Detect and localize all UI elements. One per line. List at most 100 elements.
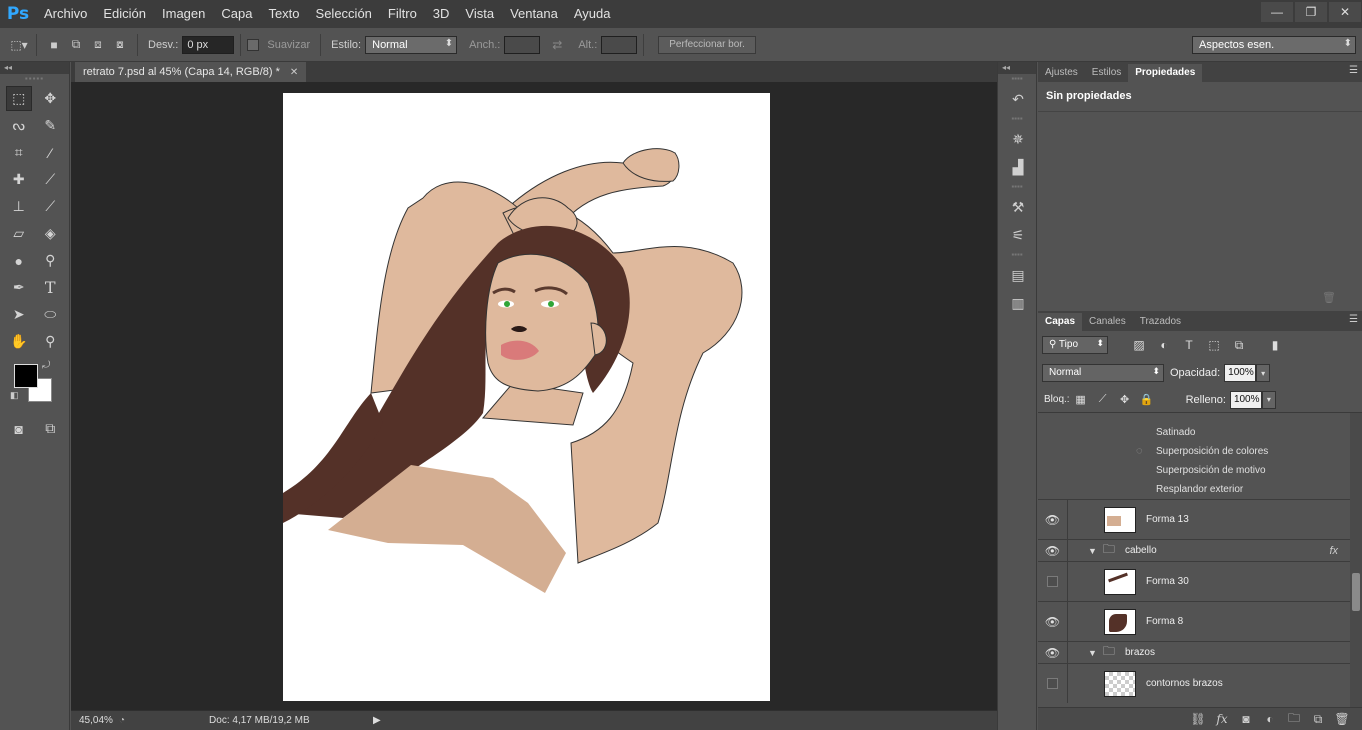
- effect-superposicion-colores[interactable]: ◌ Superposición de colores: [1038, 442, 1350, 461]
- menu-vista[interactable]: Vista: [457, 0, 502, 28]
- pen-tool-icon[interactable]: ✒: [6, 275, 32, 300]
- hand-tool-icon[interactable]: ✋: [6, 329, 32, 354]
- move-tool-icon[interactable]: ✥: [38, 86, 63, 111]
- adjustment-layer-icon[interactable]: ◐: [1258, 712, 1282, 726]
- filter-type-icon[interactable]: T: [1178, 338, 1200, 352]
- restore-button[interactable]: ❐: [1295, 2, 1327, 22]
- minimize-button[interactable]: —: [1261, 2, 1293, 22]
- opacity-dropdown-icon[interactable]: ▾: [1256, 364, 1271, 382]
- effect-satinado[interactable]: Satinado: [1038, 423, 1350, 442]
- layer-row-contornos-brazos[interactable]: contornos brazos: [1038, 663, 1350, 703]
- width-input[interactable]: [504, 35, 541, 54]
- blend-mode-select[interactable]: Normal: [1042, 364, 1164, 382]
- effect-superposicion-motivo[interactable]: Superposición de motivo: [1038, 461, 1350, 480]
- menu-seleccion[interactable]: Selección: [308, 0, 380, 28]
- canvas-area[interactable]: [71, 82, 997, 710]
- visibility-eye-icon[interactable]: 👁: [1038, 540, 1068, 561]
- marquee-tool-icon[interactable]: ⬚: [6, 86, 32, 111]
- tab-propiedades[interactable]: Propiedades: [1128, 64, 1203, 82]
- tab-canales[interactable]: Canales: [1082, 313, 1133, 331]
- style-select[interactable]: Normal: [365, 35, 458, 54]
- visibility-toggle-off[interactable]: [1038, 664, 1068, 703]
- add-selection-icon[interactable]: ⧉: [65, 34, 87, 56]
- dodge-tool-icon[interactable]: ⚲: [38, 248, 64, 273]
- status-menu-arrow-icon[interactable]: ▶: [373, 715, 381, 726]
- refine-edge-button[interactable]: Perfeccionar bor.: [658, 35, 756, 54]
- delete-layer-icon[interactable]: 🗑: [1330, 712, 1354, 726]
- filter-pixel-icon[interactable]: ▨: [1128, 338, 1150, 352]
- path-selection-icon[interactable]: ➤: [6, 302, 32, 327]
- layers-scrollbar[interactable]: [1350, 413, 1362, 707]
- add-mask-icon[interactable]: ◙: [1234, 712, 1258, 726]
- panel-menu-icon[interactable]: ☰: [1349, 314, 1358, 325]
- layer-row-forma-8[interactable]: 👁 Forma 8: [1038, 601, 1350, 641]
- close-window-button[interactable]: ✕: [1329, 2, 1361, 22]
- ellipse-tool-icon[interactable]: ⬭: [38, 302, 64, 327]
- paint-bucket-icon[interactable]: ◈: [38, 221, 64, 246]
- dock-grip[interactable]: ▪▪▪▪: [998, 74, 1036, 84]
- screen-mode-icon[interactable]: ⧉: [38, 416, 64, 441]
- fill-dropdown-icon[interactable]: ▾: [1261, 390, 1276, 409]
- new-group-icon[interactable]: 🗀: [1282, 709, 1306, 730]
- blur-tool-icon[interactable]: ●: [6, 248, 32, 273]
- navigator-panel-icon[interactable]: ✵: [1003, 126, 1033, 152]
- brush-tool-icon[interactable]: ⟋: [38, 167, 64, 192]
- crop-tool-icon[interactable]: ⌗: [6, 140, 32, 165]
- effect-resplandor-exterior[interactable]: Resplandor exterior: [1038, 480, 1350, 499]
- tab-capas[interactable]: Capas: [1038, 313, 1083, 331]
- menu-archivo[interactable]: Archivo: [36, 0, 95, 28]
- toolbox-collapse-icon[interactable]: ◂◂: [0, 62, 69, 74]
- visibility-toggle-off[interactable]: [1038, 562, 1068, 601]
- swap-colors-icon[interactable]: ⤾: [42, 360, 50, 371]
- swap-icon[interactable]: ⇄: [546, 34, 568, 56]
- layer-style-icon[interactable]: fx: [1210, 712, 1234, 726]
- menu-imagen[interactable]: Imagen: [154, 0, 213, 28]
- filter-adjustment-icon[interactable]: ◐: [1153, 338, 1175, 352]
- group-row-brazos[interactable]: 👁 ▼ 🗀 brazos: [1038, 641, 1350, 663]
- group-row-cabello[interactable]: 👁 ▼ 🗀 cabello fx: [1038, 539, 1350, 561]
- panel-menu-icon[interactable]: ☰: [1349, 65, 1358, 76]
- histogram-panel-icon[interactable]: ▟: [1003, 154, 1033, 180]
- clone-stamp-icon[interactable]: ⊥: [6, 194, 32, 219]
- menu-3d[interactable]: 3D: [425, 0, 458, 28]
- filter-shape-icon[interactable]: ⬚: [1203, 338, 1225, 352]
- layer-row-forma-13[interactable]: 👁 Forma 13: [1038, 499, 1350, 539]
- status-export-icon[interactable]: ◔: [119, 715, 125, 726]
- group-expand-icon[interactable]: ▼: [1088, 648, 1097, 658]
- visibility-eye-icon[interactable]: 👁: [1038, 500, 1068, 539]
- quick-selection-icon[interactable]: ✎: [38, 113, 64, 138]
- fx-icon[interactable]: fx: [1329, 545, 1338, 557]
- smooth-checkbox[interactable]: [247, 38, 260, 51]
- lock-pixels-icon[interactable]: ⟋: [1092, 393, 1114, 406]
- history-panel-icon[interactable]: ↶: [1003, 86, 1033, 112]
- tab-ajustes[interactable]: Ajustes: [1038, 64, 1085, 82]
- layer-filter-select[interactable]: ⚲ Tipo: [1042, 336, 1108, 354]
- menu-texto[interactable]: Texto: [260, 0, 307, 28]
- trash-icon[interactable]: 🗑: [1322, 291, 1336, 304]
- visibility-eye-icon[interactable]: 👁: [1038, 642, 1068, 663]
- effect-visibility-icon[interactable]: ◌: [1136, 442, 1143, 461]
- layers-scroll-thumb[interactable]: [1352, 573, 1360, 611]
- layer-row-forma-30[interactable]: Forma 30: [1038, 561, 1350, 601]
- character-panel-icon[interactable]: ▤: [1003, 262, 1033, 288]
- zoom-tool-icon[interactable]: ⚲: [38, 329, 64, 354]
- dock-grip[interactable]: ▪▪▪▪: [998, 114, 1036, 124]
- tab-estilos[interactable]: Estilos: [1085, 64, 1128, 82]
- eraser-tool-icon[interactable]: ▱: [6, 221, 32, 246]
- subtract-selection-icon[interactable]: ⧈: [87, 34, 109, 56]
- type-tool-icon[interactable]: T: [38, 275, 64, 300]
- fill-input[interactable]: 100%: [1229, 390, 1262, 409]
- quick-mask-icon[interactable]: ◙: [6, 416, 32, 441]
- link-layers-icon[interactable]: ⛓: [1186, 712, 1210, 726]
- zoom-level[interactable]: 45,04%: [71, 715, 119, 726]
- eyedropper-icon[interactable]: ⁄: [38, 140, 64, 165]
- document-tab[interactable]: retrato 7.psd al 45% (Capa 14, RGB/8) * …: [75, 62, 307, 82]
- menu-ayuda[interactable]: Ayuda: [566, 0, 619, 28]
- default-colors-icon[interactable]: ◧: [10, 390, 19, 401]
- visibility-eye-icon[interactable]: 👁: [1038, 602, 1068, 641]
- marquee-preset-icon[interactable]: ⬚▾: [8, 34, 30, 56]
- dock-collapse-icon[interactable]: ◂◂: [998, 62, 1036, 74]
- filter-toggle-icon[interactable]: ▮: [1264, 338, 1286, 352]
- healing-brush-icon[interactable]: ✚: [6, 167, 32, 192]
- brush-panel-icon[interactable]: ⚒: [1003, 194, 1033, 220]
